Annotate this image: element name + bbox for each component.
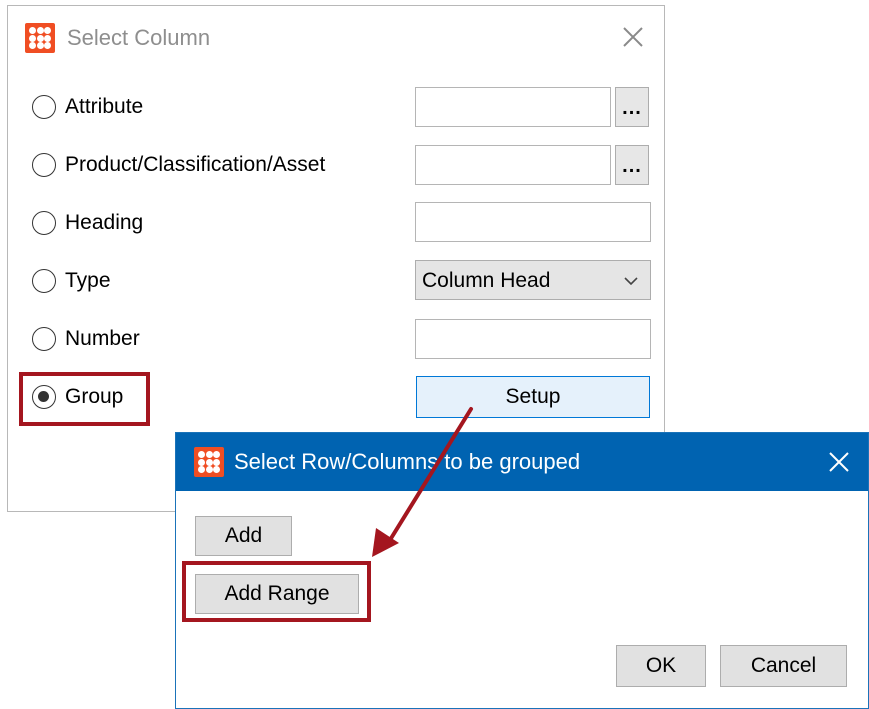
close-icon[interactable] xyxy=(618,22,648,52)
radio-icon[interactable] xyxy=(32,211,56,235)
dialog-title: Select Row/Columns to be grouped xyxy=(234,449,581,474)
option-label: Type xyxy=(65,269,111,292)
chevron-down-icon xyxy=(624,277,638,286)
add-button[interactable]: Add xyxy=(195,516,292,556)
option-label: Number xyxy=(65,327,140,350)
type-combo-value: Column Head xyxy=(422,269,551,292)
radio-icon[interactable] xyxy=(32,153,56,177)
app-icon xyxy=(25,23,55,53)
ok-button[interactable]: OK xyxy=(616,645,706,687)
radio-icon[interactable] xyxy=(32,327,56,351)
heading-field[interactable] xyxy=(415,202,651,242)
type-combo[interactable]: Column Head xyxy=(415,260,651,300)
number-field[interactable] xyxy=(415,319,651,359)
add-range-highlight xyxy=(182,561,371,622)
app-icon xyxy=(194,447,224,477)
group-option-highlight xyxy=(19,372,150,426)
radio-icon[interactable] xyxy=(32,95,56,119)
attribute-browse-button[interactable]: ... xyxy=(615,87,649,127)
option-label: Attribute xyxy=(65,95,144,118)
cancel-button[interactable]: Cancel xyxy=(720,645,847,687)
option-label: Product/Classification/Asset xyxy=(65,153,326,176)
option-label: Heading xyxy=(65,211,144,234)
title-bar: Select Row/Columns to be grouped xyxy=(176,433,868,491)
setup-button[interactable]: Setup xyxy=(416,376,650,418)
product-browse-button[interactable]: ... xyxy=(615,145,649,185)
product-classification-field[interactable] xyxy=(415,145,611,185)
title-bar: Select Column xyxy=(8,6,664,68)
radio-icon[interactable] xyxy=(32,269,56,293)
dialog-title: Select Column xyxy=(67,25,211,50)
close-icon[interactable] xyxy=(824,447,854,477)
attribute-field[interactable] xyxy=(415,87,611,127)
